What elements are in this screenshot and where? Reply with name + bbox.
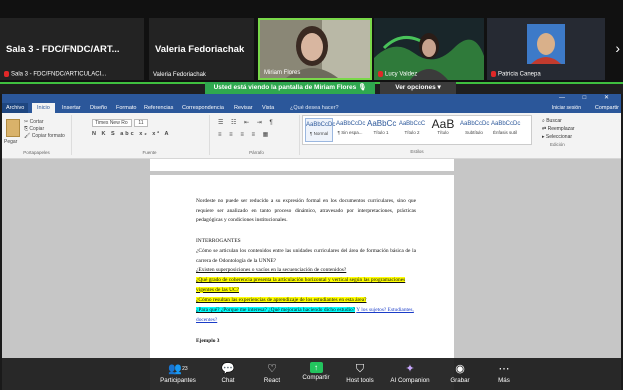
question-3: ¿Qué grado de coherencia presenta la art…: [196, 277, 406, 293]
share-doc-button[interactable]: Compartir: [595, 105, 619, 111]
question-4: ¿Cómo resultan las experiencias de apren…: [196, 297, 367, 303]
share-arrow-icon: ↑: [309, 362, 323, 373]
group-label: Estilos: [410, 149, 424, 154]
example-heading: Ejemplo 3: [196, 338, 220, 344]
tab-diseno[interactable]: Diseño: [90, 105, 107, 111]
copy-button[interactable]: ⎘ Copiar: [24, 126, 65, 133]
styles-gallery: AaBbCcDc ¶ Normal AaBbCcDc ¶ Sin espa... A…: [302, 115, 532, 154]
tell-me-box[interactable]: ¿Qué desea hacer?: [290, 105, 339, 111]
sign-in-link[interactable]: Iniciar sesión: [552, 105, 581, 111]
paste-icon[interactable]: [6, 119, 20, 137]
participant-big-name: Valeria Fedoriachak: [155, 44, 245, 55]
style-heading-2[interactable]: AaBbCcC Título 2: [398, 118, 426, 142]
ribbon: Pegar ✂ Cortar ⎘ Copiar 🖌 Copiar formato…: [2, 113, 621, 159]
participant-name: Patricia Canepa: [491, 71, 541, 78]
viewing-screen-label: Usted está viendo la pantalla de Miriam …: [205, 82, 375, 94]
tab-insertar[interactable]: Insertar: [62, 105, 81, 111]
word-window: — □ ✕ Archivo Inicio Insertar Diseño For…: [2, 94, 621, 390]
muted-mic-icon: [491, 71, 496, 78]
participant-tile-miriam[interactable]: Miriam Flores: [258, 18, 372, 80]
align-buttons[interactable]: ≡ ≡ ≡ ≡ ▦: [218, 131, 271, 138]
question-2: ¿Existen superposiciones o vacíos en la …: [196, 267, 347, 273]
ellipsis-icon: ⋯: [498, 363, 510, 375]
format-buttons[interactable]: N K S abc x₂ x² A: [92, 131, 170, 137]
participant-name: Miriam Flores: [264, 70, 301, 76]
participant-name: Lucy Valdez: [378, 71, 417, 78]
participants-icon: 👥: [168, 363, 183, 375]
more-button[interactable]: ⋯ Más: [474, 362, 534, 384]
muted-mic-icon: [378, 71, 383, 78]
select-button[interactable]: ▸ Seleccionar: [542, 133, 575, 141]
window-controls[interactable]: — □ ✕: [559, 94, 617, 101]
style-subtle-emphasis[interactable]: AaBbCcDc Énfasis sutil: [491, 118, 520, 142]
tab-inicio[interactable]: Inicio: [32, 103, 55, 113]
mic-icon: 🎙: [358, 84, 367, 91]
participant-big-name: Sala 3 - FDC/FNDC/ART...: [6, 44, 120, 55]
word-menu-bar: Archivo Inicio Insertar Diseño Formato R…: [2, 103, 621, 113]
tab-formato[interactable]: Formato: [116, 105, 136, 111]
paste-label: Pegar: [4, 139, 18, 145]
editing-group: ⌕ Buscar ⇄ Reemplazar ▸ Seleccionar Edic…: [542, 117, 575, 149]
style-subtitle[interactable]: AaBbCcDc Subtítulo: [460, 118, 489, 142]
tab-vista[interactable]: Vista: [262, 105, 274, 111]
style-title[interactable]: AaB Título: [429, 118, 457, 142]
style-heading-1[interactable]: AaBbCc Título 1: [367, 118, 396, 142]
style-no-spacing[interactable]: AaBbCcDc ¶ Sin espa...: [336, 118, 365, 142]
tab-correspondencia[interactable]: Correspondencia: [182, 105, 224, 111]
muted-mic-icon: [4, 71, 9, 78]
format-painter-button[interactable]: 🖌 Copiar formato: [24, 133, 65, 140]
question-1: ¿Cómo se articulan los contenidos entre …: [196, 248, 416, 264]
view-options-button[interactable]: Ver opciones ▾: [380, 82, 456, 94]
list-buttons[interactable]: ☰ ☷ ⇤ ⇥ ¶: [218, 119, 276, 126]
participant-name: Valeria Fedoriachak: [153, 72, 206, 78]
heading-interrogantes: INTERROGANTES: [196, 238, 241, 244]
participant-tile-patricia[interactable]: Patricia Canepa: [487, 18, 605, 80]
meeting-toolbar: 👥23 Participantes 💬 Chat ♡ React ↑ Compartir…: [0, 358, 623, 390]
group-label: Edición: [550, 142, 565, 147]
font-size-select[interactable]: 11: [134, 119, 148, 127]
participant-name: Sala 3 - FDC/FNDC/ARTICULACI...: [4, 71, 106, 78]
zoom-meeting-window: Sala 3 - FDC/FNDC/ART... Sala 3 - FDC/FN…: [0, 0, 623, 390]
word-title-bar: — □ ✕: [2, 94, 621, 103]
chevron-right-icon[interactable]: ›: [615, 40, 620, 56]
document-area[interactable]: Nordeste no puede ser reducido a su expr…: [2, 159, 621, 390]
font-name-select[interactable]: Times New Ro: [92, 119, 132, 127]
font-group: Times New Ro 11 N K S abc x₂ x² A Fuente: [90, 115, 210, 155]
tab-archivo[interactable]: Archivo: [2, 103, 29, 113]
replace-button[interactable]: ⇄ Reemplazar: [542, 125, 575, 133]
previous-page: [150, 159, 454, 171]
tab-referencias[interactable]: Referencias: [144, 105, 173, 111]
group-label: Portapapeles: [23, 150, 50, 155]
video-gallery: Sala 3 - FDC/FNDC/ART... Sala 3 - FDC/FN…: [0, 0, 623, 82]
group-label: Fuente: [142, 150, 157, 155]
cut-button[interactable]: ✂ Cortar: [24, 119, 65, 126]
tab-revisar[interactable]: Revisar: [234, 105, 253, 111]
question-5: ¿Para qué? ¿Porque me interesa? ¿Qué mej…: [196, 307, 414, 323]
group-label: Párrafo: [249, 150, 264, 155]
find-button[interactable]: ⌕ Buscar: [542, 117, 575, 125]
participant-tile-room[interactable]: Sala 3 - FDC/FNDC/ART... Sala 3 - FDC/FN…: [0, 18, 144, 80]
participant-tile-valeria[interactable]: Valeria Fedoriachak Valeria Fedoriachak: [149, 18, 254, 80]
participant-tile-lucy[interactable]: Lucy Valdez: [374, 18, 484, 80]
paragraph-1: Nordeste no puede ser reducido a su expr…: [196, 198, 416, 224]
share-banner: Usted está viendo la pantalla de Miriam …: [0, 82, 623, 94]
clipboard-group: Pegar ✂ Cortar ⎘ Copiar 🖌 Copiar formato…: [2, 115, 72, 155]
clipboard-items: ✂ Cortar ⎘ Copiar 🖌 Copiar formato: [24, 119, 65, 140]
style-normal[interactable]: AaBbCcDc ¶ Normal: [305, 118, 335, 142]
paragraph-group: ☰ ☷ ⇤ ⇥ ¶ ≡ ≡ ≡ ≡ ▦ Párrafo: [214, 115, 300, 155]
